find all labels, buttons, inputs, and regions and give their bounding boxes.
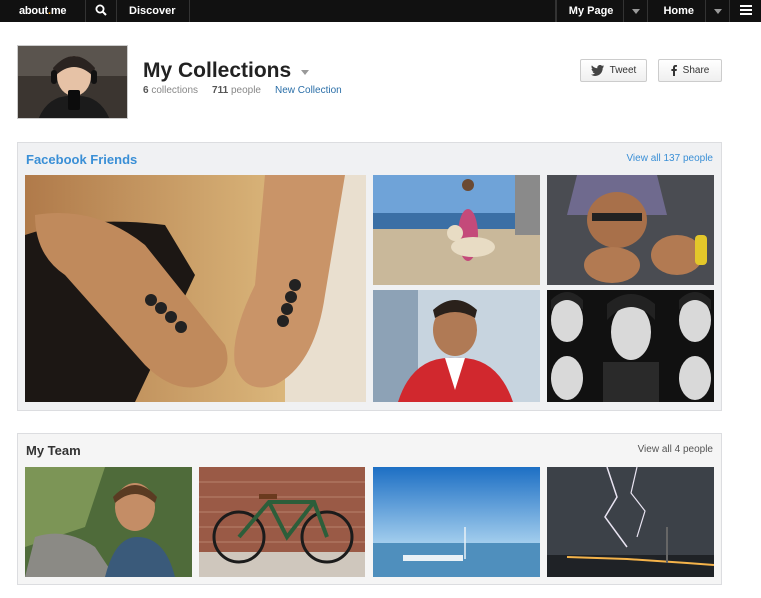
collection-title[interactable]: Facebook Friends xyxy=(26,152,137,167)
chevron-down-icon xyxy=(713,8,722,14)
people-stat: 711 people xyxy=(212,85,261,96)
collection-title[interactable]: My Team xyxy=(26,443,81,458)
member-photo-lightning-bridge[interactable] xyxy=(547,467,714,577)
top-navigation-bar: about. me Discover My Page Home xyxy=(0,0,761,22)
collections-count: 6 xyxy=(143,85,149,96)
member-photo-bicycle[interactable] xyxy=(199,467,365,577)
search-icon xyxy=(95,4,107,19)
member-photo-red-jacket[interactable] xyxy=(373,290,540,402)
twitter-icon xyxy=(590,65,604,76)
search-button[interactable] xyxy=(86,0,117,22)
topbar-spacer xyxy=(190,0,556,22)
menu-icon xyxy=(739,4,752,18)
collection-my-team: My Team View all 4 people xyxy=(17,433,722,585)
member-photo-boat-sea[interactable] xyxy=(373,467,540,577)
view-all-link[interactable]: View all 137 people xyxy=(626,153,713,164)
tweet-button[interactable]: Tweet xyxy=(580,59,647,82)
page-title[interactable]: My Collections xyxy=(143,59,310,83)
tweet-label: Tweet xyxy=(609,65,637,76)
member-photo-knuckle-tattoos[interactable] xyxy=(547,175,714,285)
profile-avatar[interactable] xyxy=(17,45,128,119)
people-count: 711 xyxy=(212,85,229,96)
view-all-link[interactable]: View all 4 people xyxy=(638,444,713,455)
discover-link[interactable]: Discover xyxy=(117,0,191,22)
collections-label: collections xyxy=(151,85,199,96)
member-photo-tattoo-arms[interactable] xyxy=(25,175,366,402)
home-dropdown[interactable] xyxy=(706,0,730,22)
chevron-down-icon xyxy=(631,8,640,14)
my-page-link[interactable]: My Page xyxy=(555,0,625,22)
home-link[interactable]: Home xyxy=(648,0,706,22)
menu-button[interactable] xyxy=(730,0,761,22)
facebook-icon xyxy=(671,65,677,76)
chevron-down-icon[interactable] xyxy=(301,70,310,75)
member-photo-creek-selfie[interactable] xyxy=(25,467,192,577)
new-collection-link[interactable]: New Collection xyxy=(275,85,342,96)
member-photo-beach-dog[interactable] xyxy=(373,175,540,285)
collection-stats: 6 collections 711 people New Collection xyxy=(143,85,342,96)
logo-text-main: about xyxy=(19,5,48,17)
logo-text-suffix: me xyxy=(50,5,67,17)
member-photo-bw-collage[interactable] xyxy=(547,290,714,402)
collections-stat: 6 collections xyxy=(143,85,198,96)
my-page-dropdown[interactable] xyxy=(624,0,649,22)
collection-facebook-friends: Facebook Friends View all 137 people xyxy=(17,142,722,411)
people-label: people xyxy=(230,85,261,96)
share-label: Share xyxy=(682,65,710,76)
share-button[interactable]: Share xyxy=(658,59,722,82)
page-title-text: My Collections xyxy=(143,59,292,82)
about-me-logo[interactable]: about. me xyxy=(0,0,86,22)
